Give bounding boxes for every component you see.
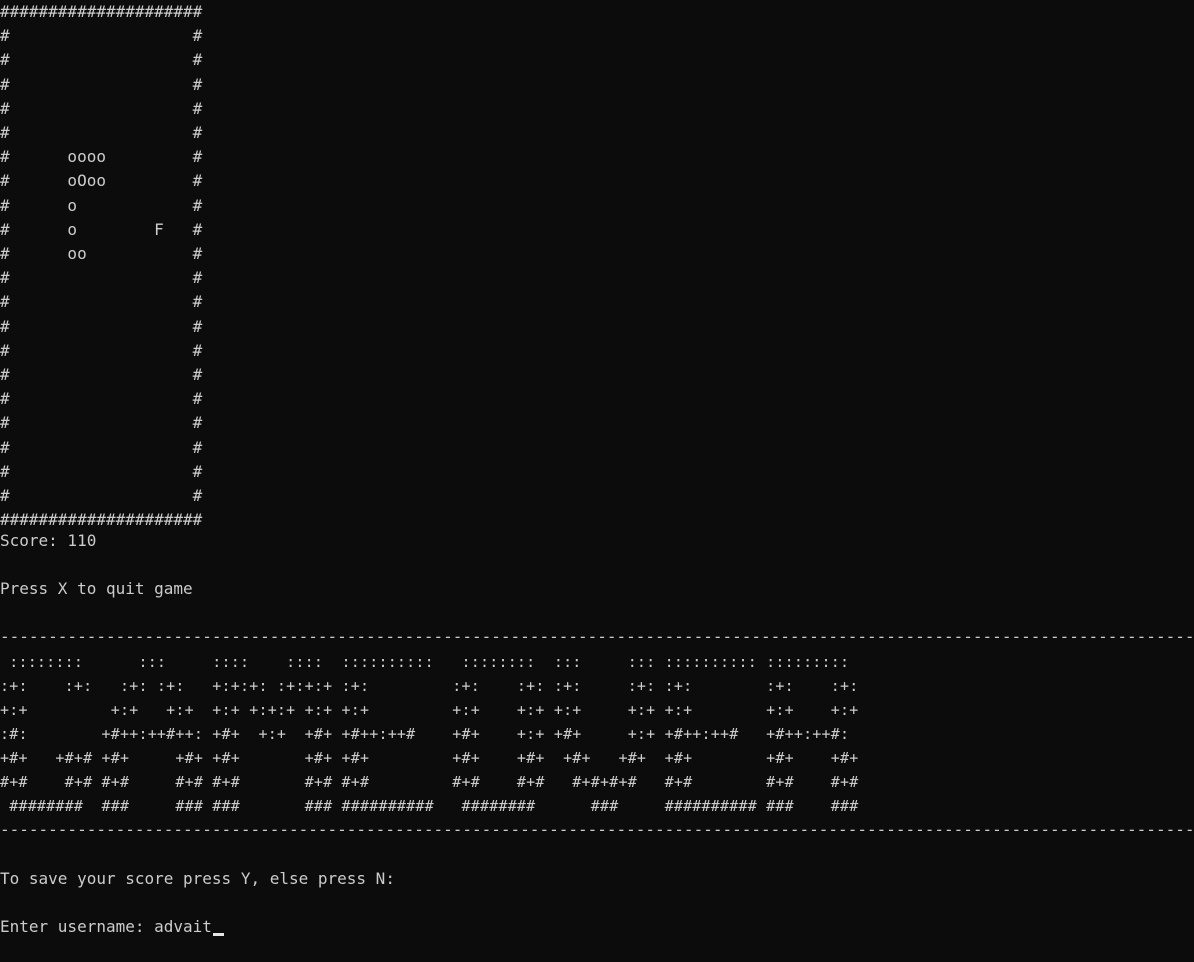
username-line[interactable]: Enter username: advait: [0, 915, 224, 939]
banner-divider-bottom: ----------------------------------------…: [0, 820, 1194, 839]
board-row: # #: [0, 292, 203, 312]
board-row: # #: [0, 340, 203, 360]
board-row: # #: [0, 486, 203, 506]
board-row: # #: [0, 437, 203, 457]
board-row: # #: [0, 50, 203, 70]
game-board: ##################### # # # # # # # # # # # oo…: [0, 0, 202, 532]
username-prompt-label: Enter username:: [0, 917, 155, 936]
board-row: # #: [0, 98, 203, 118]
save-prompt: To save your score press Y, else press N…: [0, 869, 395, 888]
game-over-banner: :::::::: ::: :::: :::: :::::::::: ::::::…: [0, 653, 859, 815]
username-input[interactable]: advait: [154, 917, 212, 936]
board-row: # oo #: [0, 244, 203, 264]
board-row: # #: [0, 365, 203, 385]
board-row: # o #: [0, 195, 203, 215]
text-cursor: [212, 933, 224, 936]
board-row: # #: [0, 26, 203, 46]
board-row: # #: [0, 413, 203, 433]
banner-divider-top: ----------------------------------------…: [0, 627, 1194, 646]
board-row: # #: [0, 389, 203, 409]
board-row: # #: [0, 74, 203, 94]
board-row: # #: [0, 316, 203, 336]
board-row: # #: [0, 268, 203, 288]
board-row: # #: [0, 461, 203, 481]
board-row: # o F #: [0, 219, 203, 239]
board-row: #####################: [0, 2, 203, 21]
board-row: # oooo #: [0, 147, 203, 167]
board-row: # oOoo #: [0, 171, 203, 191]
board-row: # #: [0, 123, 203, 143]
quit-hint: Press X to quit game: [0, 579, 193, 598]
score-display: Score: 110: [0, 531, 97, 550]
terminal-window[interactable]: ##################### # # # # # # # # # # # oo…: [0, 0, 1194, 962]
